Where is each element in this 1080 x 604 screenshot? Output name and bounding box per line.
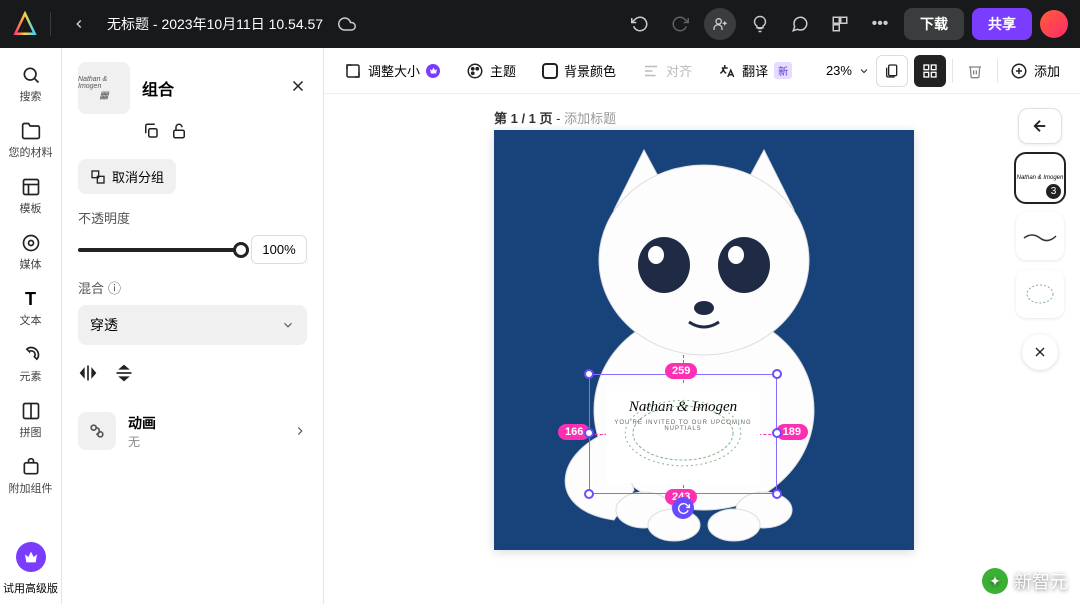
left-rail: 搜索 您的材料 模板 媒体 T文本 元素 拼图 附加组件 试用高级版 bbox=[0, 48, 62, 604]
cloud-status-icon[interactable] bbox=[331, 8, 363, 40]
pages-view-button[interactable] bbox=[876, 55, 908, 87]
ungroup-icon bbox=[90, 169, 106, 185]
user-avatar[interactable] bbox=[1040, 10, 1068, 38]
page-thumb-2[interactable] bbox=[1016, 212, 1064, 260]
animation-icon bbox=[78, 412, 116, 450]
palette-icon bbox=[466, 62, 484, 80]
pro-label[interactable]: 试用高级版 bbox=[3, 580, 58, 596]
context-toolbar: 调整大小 主题 背景颜色 对齐 翻译新 23% 添加 bbox=[324, 48, 1080, 94]
layer-count: 3 bbox=[1046, 184, 1061, 199]
chevron-down-icon bbox=[281, 318, 295, 332]
delete-button[interactable] bbox=[959, 55, 991, 87]
properties-panel: Nathan & Imogen▦ 组合 取消分组 不透明度 100% 混合 ⓘ … bbox=[62, 48, 324, 604]
crown-icon bbox=[426, 64, 440, 78]
addon-icon bbox=[20, 456, 42, 478]
animation-row[interactable]: 动画无 bbox=[78, 406, 307, 456]
redo-button[interactable] bbox=[664, 8, 696, 40]
template-icon bbox=[20, 176, 42, 198]
layout-button[interactable] bbox=[824, 8, 856, 40]
wechat-icon: ✦ bbox=[982, 568, 1008, 594]
dim-top: 259 bbox=[665, 363, 697, 379]
app-logo bbox=[12, 11, 38, 37]
plus-circle-icon bbox=[1010, 62, 1028, 80]
rail-search[interactable]: 搜索 bbox=[5, 58, 57, 110]
shapes-icon bbox=[20, 344, 42, 366]
add-page-button[interactable]: 添加 bbox=[1004, 57, 1066, 84]
flip-vertical-button[interactable] bbox=[114, 363, 134, 388]
info-icon[interactable]: ⓘ bbox=[108, 278, 121, 297]
duplicate-icon[interactable] bbox=[142, 122, 160, 145]
download-button[interactable]: 下载 bbox=[904, 8, 964, 40]
top-bar: 无标题 - 2023年10月11日 10.54.57 ••• 下载 共享 bbox=[0, 0, 1080, 48]
watermark: ✦ 新智元 bbox=[982, 568, 1068, 594]
color-swatch-icon bbox=[542, 63, 558, 79]
back-button[interactable] bbox=[63, 8, 95, 40]
collage-icon bbox=[20, 400, 42, 422]
handle-bl[interactable] bbox=[584, 489, 594, 499]
align-icon bbox=[642, 62, 660, 80]
text-icon: T bbox=[20, 288, 42, 310]
handle-br[interactable] bbox=[772, 489, 782, 499]
more-button[interactable]: ••• bbox=[864, 8, 896, 40]
rotate-handle[interactable] bbox=[672, 497, 694, 519]
blend-label: 混合 ⓘ bbox=[78, 278, 307, 297]
folder-icon bbox=[20, 120, 42, 142]
rail-addons[interactable]: 附加组件 bbox=[5, 450, 57, 502]
page-navigator: Nathan & Imogen3 bbox=[1016, 108, 1064, 370]
chevron-down-icon[interactable] bbox=[858, 65, 870, 77]
panel-title: 组合 bbox=[142, 76, 277, 100]
handle-tl[interactable] bbox=[584, 369, 594, 379]
rail-materials[interactable]: 您的材料 bbox=[5, 114, 57, 166]
rail-media[interactable]: 媒体 bbox=[5, 226, 57, 278]
opacity-input[interactable]: 100% bbox=[251, 235, 307, 264]
page-label[interactable]: 第 1 / 1 页 - 添加标题 bbox=[494, 108, 616, 127]
comment-button[interactable] bbox=[784, 8, 816, 40]
chevron-right-icon bbox=[293, 424, 307, 438]
nav-back-button[interactable] bbox=[1018, 108, 1062, 144]
lock-icon[interactable] bbox=[170, 122, 188, 145]
nav-close-button[interactable] bbox=[1022, 334, 1058, 370]
blend-select[interactable]: 穿透 bbox=[78, 305, 307, 345]
panel-close-button[interactable] bbox=[289, 77, 307, 100]
selection-box[interactable]: Nathan & Imogen YOU'RE INVITED TO OUR UP… bbox=[589, 374, 777, 494]
undo-button[interactable] bbox=[624, 8, 656, 40]
media-icon bbox=[20, 232, 42, 254]
bgcolor-tool[interactable]: 背景颜色 bbox=[536, 57, 622, 84]
handle-tr[interactable] bbox=[772, 369, 782, 379]
ungroup-button[interactable]: 取消分组 bbox=[78, 159, 176, 194]
resize-tool[interactable]: 调整大小 bbox=[338, 57, 446, 84]
theme-tool[interactable]: 主题 bbox=[460, 57, 522, 84]
flip-horizontal-button[interactable] bbox=[78, 363, 98, 388]
translate-icon bbox=[718, 62, 736, 80]
invitation-card[interactable]: Nathan & Imogen YOU'RE INVITED TO OUR UP… bbox=[606, 385, 760, 483]
rail-elements[interactable]: 元素 bbox=[5, 338, 57, 390]
rail-text[interactable]: T文本 bbox=[5, 282, 57, 334]
canvas-area: 调整大小 主题 背景颜色 对齐 翻译新 23% 添加 第 1 / 1 页 - 添… bbox=[324, 48, 1080, 604]
translate-tool[interactable]: 翻译新 bbox=[712, 57, 798, 84]
rail-collage[interactable]: 拼图 bbox=[5, 394, 57, 446]
zoom-value[interactable]: 23% bbox=[826, 63, 852, 78]
page-thumb-1[interactable]: Nathan & Imogen3 bbox=[1016, 154, 1064, 202]
page-thumb-3[interactable] bbox=[1016, 270, 1064, 318]
search-icon bbox=[20, 64, 42, 86]
wreath-icon bbox=[606, 385, 760, 481]
document-title[interactable]: 无标题 - 2023年10月11日 10.54.57 bbox=[107, 14, 323, 34]
hint-button[interactable] bbox=[744, 8, 776, 40]
opacity-label: 不透明度 bbox=[78, 208, 307, 227]
new-badge: 新 bbox=[774, 62, 792, 79]
share-button[interactable]: 共享 bbox=[972, 8, 1032, 40]
opacity-slider[interactable] bbox=[78, 248, 241, 252]
pro-badge-icon[interactable] bbox=[16, 542, 46, 572]
handle-ml[interactable] bbox=[584, 428, 594, 438]
align-tool[interactable]: 对齐 bbox=[636, 57, 698, 84]
resize-icon bbox=[344, 62, 362, 80]
layers-button[interactable] bbox=[914, 55, 946, 87]
add-user-button[interactable] bbox=[704, 8, 736, 40]
handle-mr[interactable] bbox=[772, 428, 782, 438]
stage[interactable]: 第 1 / 1 页 - 添加标题 bbox=[324, 94, 1080, 604]
rail-templates[interactable]: 模板 bbox=[5, 170, 57, 222]
selection-thumbnail: Nathan & Imogen▦ bbox=[78, 62, 130, 114]
